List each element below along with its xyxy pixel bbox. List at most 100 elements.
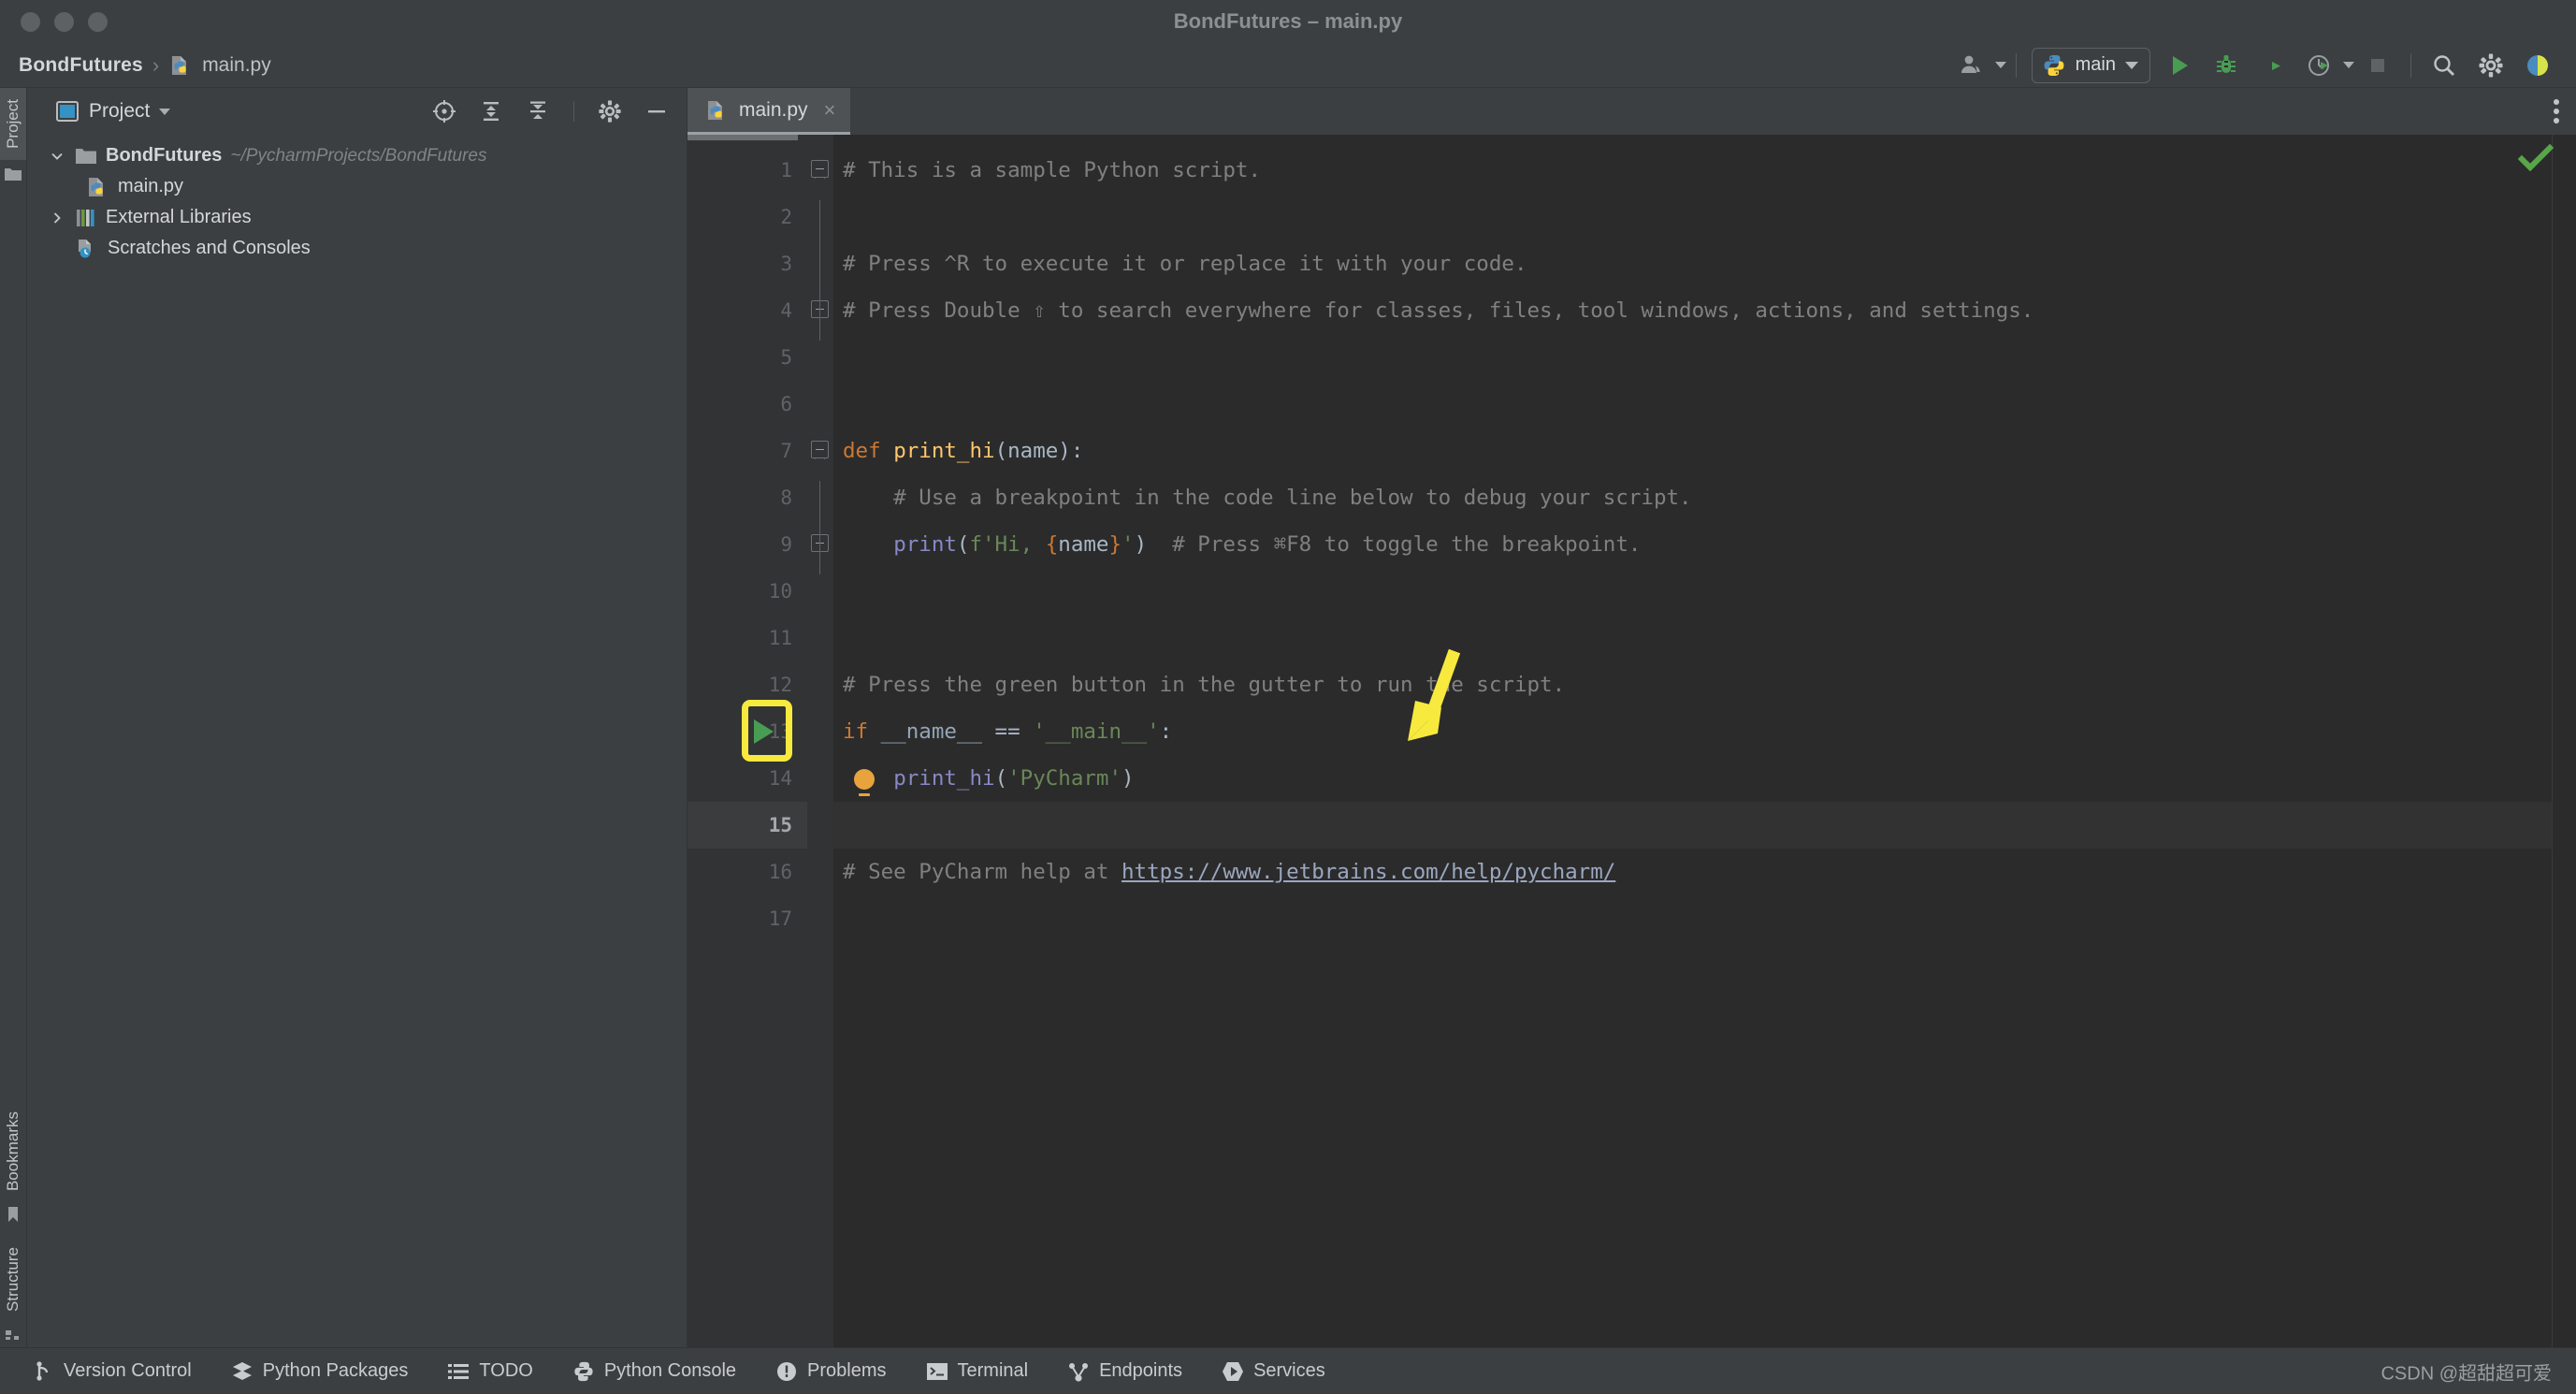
problems-icon [775,1360,798,1383]
profile-button[interactable] [2301,47,2338,84]
code-line[interactable]: # Press Double ⇧ to search everywhere fo… [843,299,2033,323]
line-number: 7 [780,440,792,462]
chevron-right-icon[interactable] [48,211,66,225]
code-folding-rail[interactable] [807,135,833,1347]
tree-node-external-libraries[interactable]: External Libraries [27,202,687,233]
code-token: # Press the green button in the gutter t… [843,673,1566,697]
code-line[interactable]: # Press ^R to execute it or replace it w… [843,253,1527,276]
project-panel-chevron-down-icon[interactable] [159,108,171,115]
zoom-window-button[interactable] [88,11,108,32]
toolbar-actions: main [1948,47,2561,84]
status-item-version-control[interactable]: Version Control [34,1360,192,1383]
line-number: 5 [780,346,792,369]
locate-target-icon[interactable] [429,96,459,126]
code-line[interactable]: def print_hi(name): [843,440,1083,463]
debug-button[interactable] [2207,47,2245,84]
collapse-all-icon[interactable] [523,96,553,126]
line-number: 12 [768,674,792,696]
gear-icon[interactable] [595,96,625,126]
minimize-icon[interactable] [642,96,672,126]
run-configuration-selector[interactable]: main [2031,47,2150,83]
close-icon[interactable]: × [824,98,836,123]
status-item-label: Python Packages [262,1360,409,1381]
lightbulb-icon[interactable] [854,769,875,796]
code-line[interactable]: # Press the green button in the gutter t… [843,674,1565,697]
sidebar-item-project[interactable]: Project [0,88,26,160]
status-item-problems[interactable]: Problems [775,1360,887,1383]
run-with-coverage-button[interactable] [2254,47,2292,84]
code-line[interactable]: print(f'Hi, {name}') # Press ⌘F8 to togg… [843,533,1641,557]
editor-more-options-icon[interactable] [2554,99,2559,123]
expand-all-icon[interactable] [476,96,506,126]
folder-icon [75,147,97,166]
gear-icon[interactable] [2472,47,2510,84]
profile-chevron-down-icon[interactable] [2343,62,2354,68]
project-tab-label: Project [4,99,22,149]
run-configuration-label: main [2075,54,2116,75]
code-token: print_hi [893,766,995,791]
status-item-terminal[interactable]: Terminal [926,1360,1028,1382]
code-line[interactable]: # This is a sample Python script. [843,159,1261,182]
scratches-icon [75,238,99,260]
tree-node-bondfutures[interactable]: BondFutures ~/PycharmProjects/BondFuture… [27,140,687,171]
breadcrumb-file[interactable]: main.py [202,54,271,77]
project-panel-title: Project [89,100,151,122]
line-number: 11 [768,627,792,649]
status-item-label: Python Console [603,1360,737,1381]
line-number: 16 [768,861,792,883]
status-bar: Version Control Python Packages TODO Pyt… [0,1347,2576,1394]
code-token: __name__ [880,719,983,744]
line-number: 17 [768,908,792,930]
chevron-down-icon[interactable] [48,149,66,164]
status-item-label: Version Control [64,1360,192,1381]
search-icon[interactable] [2425,47,2463,84]
code-editor[interactable]: 1 2 3 4 5 6 7 8 9 10 11 12 13 14 15 16 17 # This is a sa… [687,135,2576,1347]
fold-collapse-icon[interactable] [811,160,829,178]
breadcrumb[interactable]: BondFutures › main.py [19,53,271,78]
code-line[interactable]: print_hi('PyCharm') [843,766,1134,791]
project-header-divider [573,101,574,122]
tree-node-path: ~/PycharmProjects/BondFutures [230,145,487,166]
code-line[interactable]: # Use a breakpoint in the code line belo… [843,486,1691,510]
run-config-chevron-down-icon[interactable] [2125,61,2138,69]
tab-mainpy[interactable]: main.py × [687,88,851,135]
tree-node-mainpy[interactable]: main.py [27,171,687,202]
close-window-button[interactable] [21,11,40,32]
code-token: name [1007,439,1059,463]
account-chevron-down-icon[interactable] [1994,62,2006,68]
fold-region-stem [819,528,820,574]
breadcrumb-project[interactable]: BondFutures [19,54,143,77]
user-account-icon[interactable] [1953,47,1990,84]
minimize-window-button[interactable] [54,11,74,32]
sidebar-item-bookmarks[interactable]: Bookmarks [0,1100,26,1202]
code-line[interactable]: # See PyCharm help at https://www.jetbra… [843,861,1615,884]
sidebar-item-structure[interactable]: Structure [0,1236,26,1323]
code-text-area[interactable]: # This is a sample Python script. # Press… [833,135,2576,1347]
gutter-run-button[interactable] [754,719,774,744]
editor-area: main.py × 1 2 3 4 5 6 7 8 9 10 11 12 13 14 15 16 17 [687,88,2576,1347]
updates-icon[interactable] [2519,47,2556,84]
folder-icon [4,166,22,182]
project-tool-window: Project BondFutures ~/PycharmProjects/Bo… [27,88,687,1347]
stop-button[interactable] [2359,47,2396,84]
status-item-todo[interactable]: TODO [447,1360,533,1382]
fold-region-stem [819,200,820,247]
tree-node-scratches[interactable]: Scratches and Consoles [27,233,687,264]
editor-right-rail[interactable] [2552,135,2576,1347]
status-item-python-packages[interactable]: Python Packages [231,1360,409,1383]
horizontal-scroll-thumb[interactable] [687,135,798,140]
line-number-gutter[interactable]: 1 2 3 4 5 6 7 8 9 10 11 12 13 14 15 16 17 [687,135,807,1347]
fold-collapse-icon[interactable] [811,441,829,458]
status-item-services[interactable]: Services [1222,1360,1325,1383]
status-item-endpoints[interactable]: Endpoints [1067,1360,1182,1383]
main-toolbar: BondFutures › main.py main [0,43,2576,88]
tree-node-label: Scratches and Consoles [108,238,311,258]
left-tool-window-strip: Project Bookmarks Structure [0,88,27,1347]
inspection-status-ok-icon[interactable] [2518,144,2554,172]
libraries-icon [75,208,97,228]
traffic-light-controls[interactable] [0,11,108,32]
code-line[interactable]: if __name__ == '__main__': [843,720,1172,744]
status-item-python-console[interactable]: Python Console [572,1360,736,1383]
line-number: 3 [780,253,792,275]
run-button[interactable] [2161,47,2198,84]
